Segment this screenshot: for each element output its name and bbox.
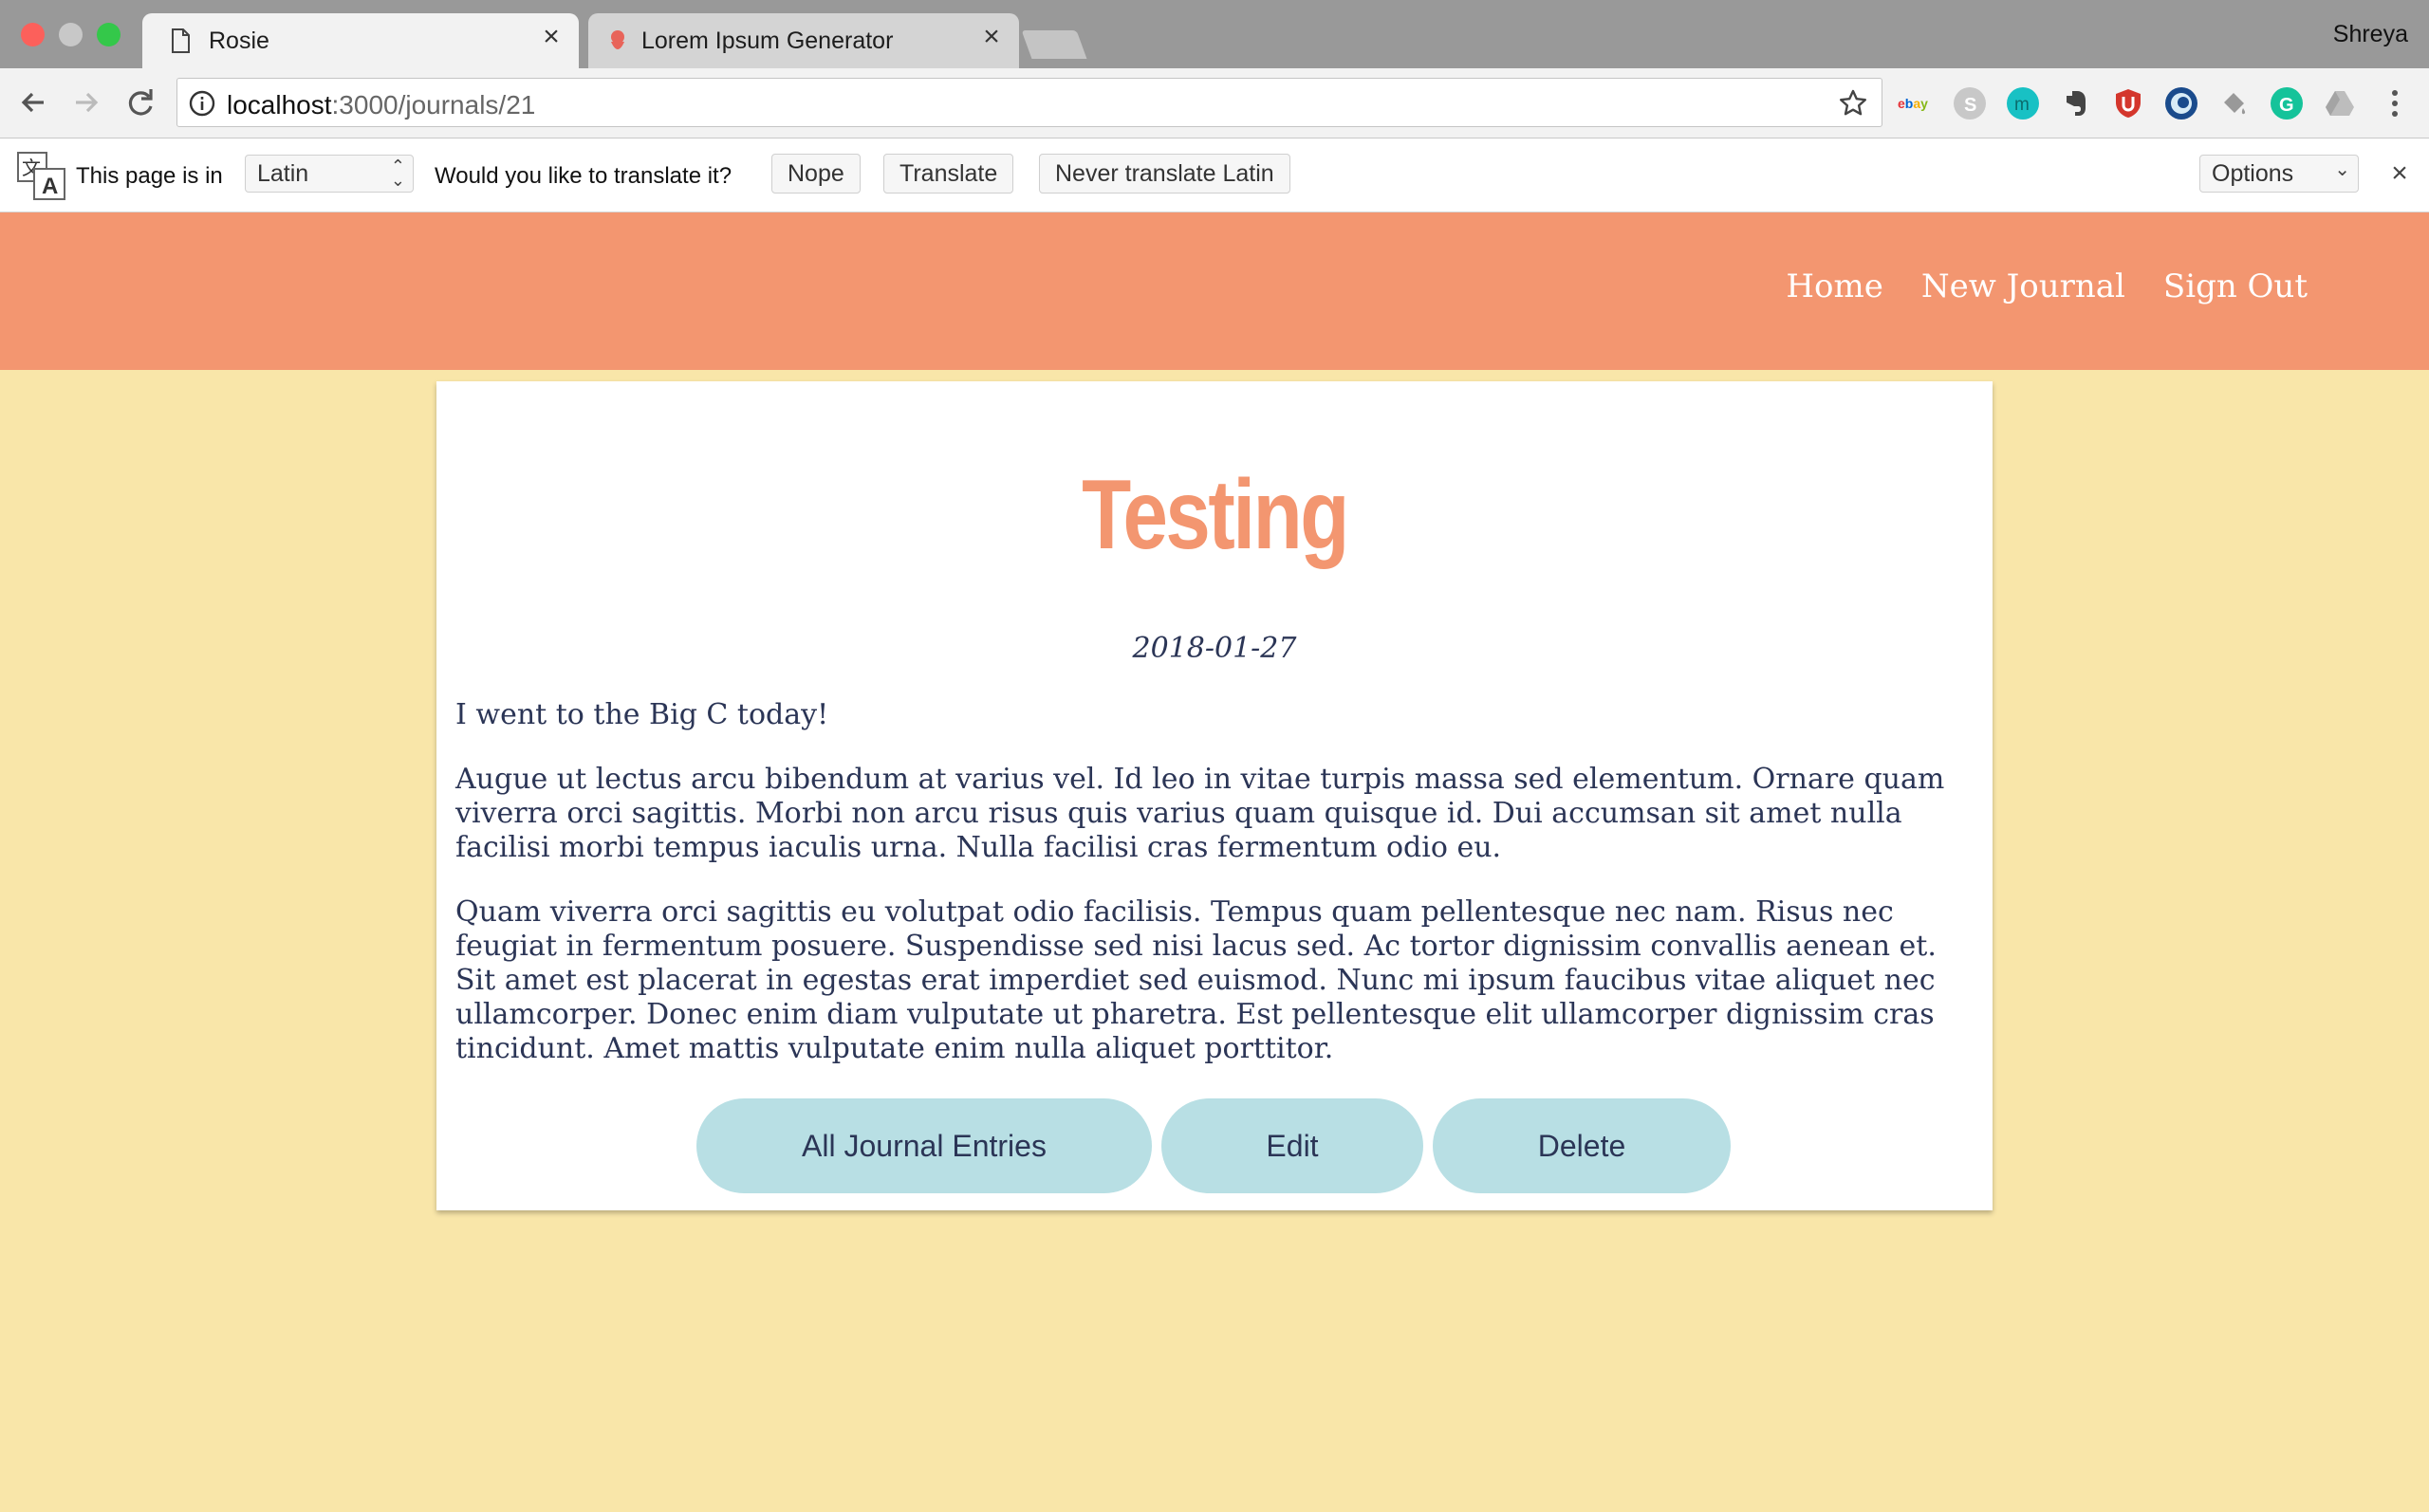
reload-icon[interactable] xyxy=(121,83,159,121)
m-icon[interactable]: m xyxy=(2007,87,2039,120)
options-select-value: Options xyxy=(2212,160,2294,187)
translate-question: Would you like to translate it? xyxy=(435,163,732,189)
nope-button[interactable]: Nope xyxy=(771,154,861,194)
tab-rosie[interactable]: Rosie × xyxy=(142,13,579,68)
paint-bucket-icon[interactable] xyxy=(2218,87,2251,120)
ublock-icon[interactable] xyxy=(2112,87,2144,120)
new-tab-button[interactable] xyxy=(1021,30,1087,59)
close-icon[interactable]: × xyxy=(2383,157,2416,190)
translate-icon: 文 A xyxy=(17,152,66,206)
svg-text:G: G xyxy=(2279,95,2294,116)
browser-toolbar: localhost:3000/journals/21 ebay S m G xyxy=(0,68,2429,138)
page-language-label: This page is in xyxy=(76,163,223,189)
back-arrow-icon[interactable] xyxy=(15,83,53,121)
svg-text:S: S xyxy=(1964,95,1976,116)
forward-arrow-icon[interactable] xyxy=(66,83,104,121)
svg-text:A: A xyxy=(42,174,58,199)
nav-new-journal-link[interactable]: New Journal xyxy=(1921,267,2125,305)
never-translate-button[interactable]: Never translate Latin xyxy=(1039,154,1290,194)
tab-title: Rosie xyxy=(209,28,269,54)
translate-infobar: 文 A This page is in Latin ⌃ ⌄ Would you l… xyxy=(0,138,2429,212)
site-header: Home New Journal Sign Out xyxy=(0,212,2429,370)
profile-name[interactable]: Shreya xyxy=(2333,21,2408,48)
select-arrows-icon: ⌃ ⌄ xyxy=(390,157,405,190)
skype-icon[interactable]: S xyxy=(1954,87,1986,120)
journal-title: Testing xyxy=(1082,460,1349,570)
journal-paragraph: I went to the Big C today! xyxy=(455,698,829,731)
tab-close-icon[interactable]: × xyxy=(537,23,566,51)
drive-icon[interactable] xyxy=(2324,87,2356,120)
document-icon xyxy=(171,28,190,58)
tab-close-icon[interactable]: × xyxy=(977,23,1006,51)
options-select[interactable]: Options ⌄ xyxy=(2199,155,2359,193)
site-info-icon[interactable] xyxy=(189,90,215,121)
language-select-value: Latin xyxy=(257,160,309,187)
svg-text:m: m xyxy=(2014,95,2030,115)
eye-icon[interactable] xyxy=(2165,87,2197,120)
journal-card: Testing 2018-01-27 I went to the Big C t… xyxy=(436,381,1993,1210)
journal-body: I went to the Big C today! Augue ut lect… xyxy=(455,698,1974,1097)
ebay-icon[interactable]: ebay xyxy=(1898,87,1930,120)
nav-sign-out-link[interactable]: Sign Out xyxy=(2163,267,2308,305)
window-maximize-button[interactable] xyxy=(97,23,121,46)
svg-text:ebay: ebay xyxy=(1898,96,1928,111)
translate-button[interactable]: Translate xyxy=(883,154,1014,194)
url-host: localhost xyxy=(227,90,332,120)
tab-lorem-ipsum[interactable]: Lorem Ipsum Generator × xyxy=(588,13,1019,68)
journal-paragraph: Quam viverra orci sagittis eu volutpat o… xyxy=(455,895,1937,1065)
tab-strip: Rosie × Lorem Ipsum Generator × Shreya xyxy=(0,0,2429,68)
window-close-button[interactable] xyxy=(21,23,45,46)
evernote-icon[interactable] xyxy=(2059,87,2091,120)
journal-paragraph: Augue ut lectus arcu bibendum at varius … xyxy=(455,763,1945,864)
delete-button[interactable]: Delete xyxy=(1433,1098,1731,1193)
address-bar[interactable]: localhost:3000/journals/21 xyxy=(176,78,1882,127)
bookmark-star-icon[interactable] xyxy=(1838,88,1868,123)
edit-button[interactable]: Edit xyxy=(1161,1098,1423,1193)
site-nav: Home New Journal Sign Out xyxy=(1786,267,2308,305)
tab-title: Lorem Ipsum Generator xyxy=(641,28,894,54)
chevron-down-icon: ⌄ xyxy=(2334,159,2350,180)
language-select[interactable]: Latin ⌃ ⌄ xyxy=(245,155,414,193)
window-minimize-button[interactable] xyxy=(59,23,83,46)
journal-date: 2018-01-27 xyxy=(1132,632,1297,665)
url-text[interactable]: localhost:3000/journals/21 xyxy=(227,90,535,120)
lorem-favicon-icon xyxy=(607,28,628,60)
url-path: :3000/journals/21 xyxy=(331,90,536,120)
all-journal-entries-button[interactable]: All Journal Entries xyxy=(696,1098,1152,1193)
nav-home-link[interactable]: Home xyxy=(1786,267,1882,305)
menu-kebab-icon[interactable] xyxy=(2380,85,2418,123)
grammarly-icon[interactable]: G xyxy=(2271,87,2303,120)
